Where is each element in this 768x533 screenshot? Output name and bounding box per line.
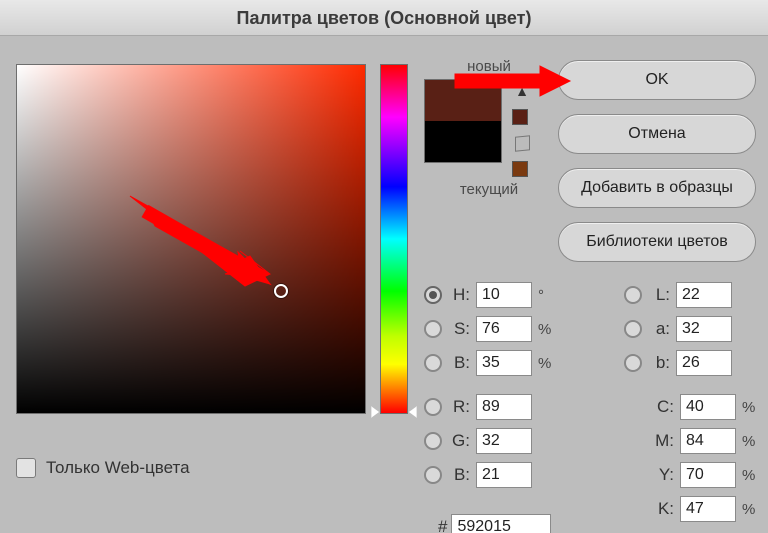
sv-cursor-icon [274,284,288,298]
radio-l[interactable] [624,286,642,304]
dialog-content: новый ▲ текущий OK Отмена Добавить в обр… [0,36,768,533]
current-color-swatch[interactable] [424,121,502,163]
input-s[interactable] [476,316,532,342]
input-h[interactable] [476,282,532,308]
radio-a[interactable] [624,320,642,338]
swatch-compare: новый ▲ текущий [424,58,554,198]
input-a[interactable] [676,316,732,342]
input-c[interactable] [680,394,736,420]
label-m: M: [648,431,674,451]
label-g: G: [448,431,470,451]
current-color-label: текущий [424,181,554,198]
radio-b-hsb[interactable] [424,354,442,372]
label-k: K: [648,499,674,519]
label-b-lab: b: [648,353,670,373]
label-y: Y: [648,465,674,485]
unit-m: % [742,433,760,450]
label-a: a: [648,319,670,339]
label-r: R: [448,397,470,417]
unit-c: % [742,399,760,416]
cube-icon[interactable] [512,133,532,153]
input-m[interactable] [680,428,736,454]
hex-row: # [424,514,551,533]
web-colors-only-checkbox[interactable] [16,458,36,478]
label-b-hsb: B: [448,353,470,373]
new-color-swatch [424,79,502,121]
hex-input[interactable] [451,514,551,533]
new-color-label: новый [424,58,554,75]
label-c: C: [648,397,674,417]
radio-b-rgb[interactable] [424,466,442,484]
radio-s[interactable] [424,320,442,338]
unit-y: % [742,467,760,484]
radio-b-lab[interactable] [624,354,642,372]
cancel-button[interactable]: Отмена [558,114,756,154]
ok-button[interactable]: OK [558,60,756,100]
web-colors-only-row: Только Web-цвета [16,458,190,478]
websafe-nearest-swatch[interactable] [512,161,528,177]
input-r[interactable] [476,394,532,420]
hue-slider[interactable] [380,64,408,414]
web-colors-only-label: Только Web-цвета [46,458,190,478]
input-b-lab[interactable] [676,350,732,376]
gamut-nearest-swatch[interactable] [512,109,528,125]
input-b-rgb[interactable] [476,462,532,488]
radio-r[interactable] [424,398,442,416]
label-h: H: [448,285,470,305]
label-b-rgb: B: [448,465,470,485]
add-to-swatches-button[interactable]: Добавить в образцы [558,168,756,208]
saturation-brightness-field[interactable] [16,64,366,414]
input-l[interactable] [676,282,732,308]
gamut-warning-icon[interactable]: ▲ [512,81,532,101]
input-b-hsb[interactable] [476,350,532,376]
input-g[interactable] [476,428,532,454]
label-s: S: [448,319,470,339]
unit-k: % [742,501,760,518]
unit-b-hsb: % [538,355,556,372]
radio-h[interactable] [424,286,442,304]
unit-s: % [538,321,556,338]
hex-hash-label: # [438,517,447,533]
unit-h: ° [538,287,556,304]
radio-g[interactable] [424,432,442,450]
window-title: Палитра цветов (Основной цвет) [0,0,768,36]
button-column: OK Отмена Добавить в образцы Библиотеки … [558,60,756,262]
input-k[interactable] [680,496,736,522]
input-y[interactable] [680,462,736,488]
label-l: L: [648,285,670,305]
color-libraries-button[interactable]: Библиотеки цветов [558,222,756,262]
